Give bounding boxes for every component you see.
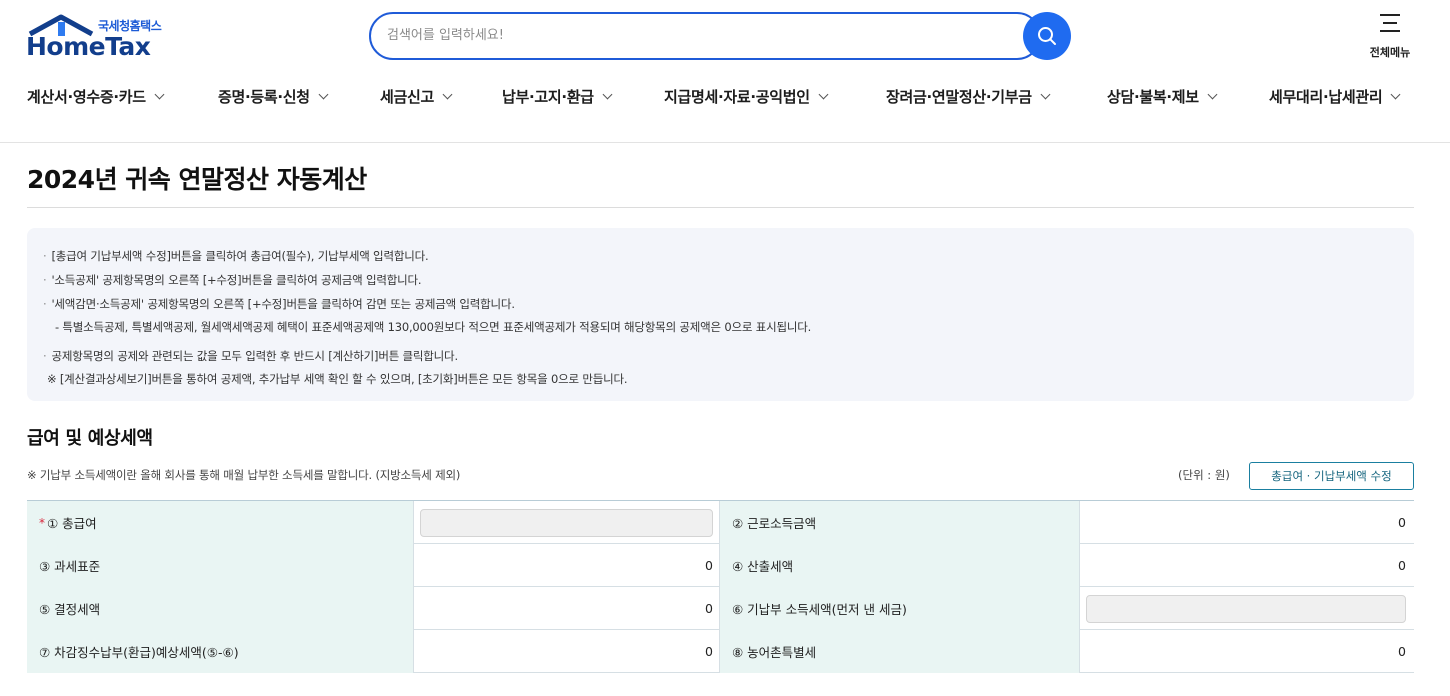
notice-text: 공제항목명의 공제와 관련되는 값을 모두 입력한 후 반드시 [계산하기]버튼… <box>51 349 458 363</box>
search-bar <box>369 12 1071 60</box>
all-menu-label: 전체메뉴 <box>1369 46 1411 59</box>
chevron-down-icon <box>154 89 165 100</box>
nav-item-statement[interactable]: 지급명세·자료·공익법인 <box>664 86 829 107</box>
search-input[interactable] <box>387 24 1007 46</box>
nav-label: 장려금·연말정산·기부금 <box>886 88 1032 106</box>
notice-line: · [총급여 기납부세액 수정]버튼을 클릭하여 총급여(필수), 기납부세액 입… <box>43 249 429 263</box>
search-icon <box>1038 27 1056 45</box>
computed-tax-label: ④ 산출세액 <box>732 559 794 574</box>
chevron-down-icon <box>442 89 453 100</box>
nav-divider <box>0 142 1450 143</box>
chevron-down-icon <box>1040 89 1051 100</box>
nav-label: 상담·불복·제보 <box>1107 88 1199 106</box>
row-label: ④ 산출세액 <box>720 544 1080 587</box>
row-label: ⑧ 농어촌특별세 <box>720 630 1080 673</box>
notice-line: - 특별소득공제, 특별세액공제, 월세액세액공제 혜택이 표준세액공제액 13… <box>55 319 811 335</box>
nav-label: 세금신고 <box>380 88 435 106</box>
all-menu-button[interactable]: 전체메뉴 <box>1360 12 1420 62</box>
row-label: ⑤ 결정세액 <box>27 587 414 630</box>
notice-line: · 공제항목명의 공제와 관련되는 값을 모두 입력한 후 반드시 [계산하기]버… <box>43 349 458 363</box>
row-label: ③ 과세표준 <box>27 544 414 587</box>
prepaid-tax-input[interactable] <box>1086 594 1406 623</box>
total-salary-input[interactable] <box>420 508 713 537</box>
row-label: ② 근로소득금액 <box>720 501 1080 544</box>
tax-base-value: 0 <box>414 544 720 587</box>
earned-income-value: 0 <box>1398 515 1406 530</box>
section-title: 급여 및 예상세액 <box>27 428 153 449</box>
notice-text: '소득공제' 공제항목명의 오른쪽 [+수정]버튼을 클릭하여 공제금액 입력합… <box>51 273 422 287</box>
nav-item-consult[interactable]: 상담·불복·제보 <box>1107 86 1218 107</box>
logo-title: HomeTax <box>26 32 151 61</box>
table-row: ③ 과세표준 0 ④ 산출세액 0 <box>27 544 1414 587</box>
notice-line: ※ [계산결과상세보기]버튼을 통하여 공제액, 추가납부 세액 확인 할 수 … <box>47 371 628 387</box>
table-row: ⑤ 결정세액 0 ⑥ 기납부 소득세액(먼저 낸 세금) <box>27 587 1414 630</box>
determined-tax-value: 0 <box>414 587 720 630</box>
notice-text: - 특별소득공제, 특별세액공제, 월세액세액공제 혜택이 표준세액공제액 13… <box>55 320 812 334</box>
notice-box: · [총급여 기납부세액 수정]버튼을 클릭하여 총급여(필수), 기납부세액 입… <box>27 228 1414 401</box>
required-mark: * <box>39 515 45 530</box>
unit-label: (단위 : 원) <box>1178 468 1230 482</box>
chevron-down-icon <box>818 89 829 100</box>
title-divider <box>27 207 1414 208</box>
nav-item-tax-filing[interactable]: 세금신고 <box>380 86 453 107</box>
hometax-logo[interactable]: 국세청홈택스 HomeTax <box>26 12 176 62</box>
nav-item-year-end[interactable]: 장려금·연말정산·기부금 <box>886 86 1051 107</box>
table-row: ⑦ 차감징수납부(환급)예상세액(⑤-⑥) 0 ⑧ 농어촌특별세 0 <box>27 630 1414 673</box>
hamburger-icon <box>1380 14 1400 32</box>
section-note: ※ 기납부 소득세액이란 올해 회사를 통해 매월 납부한 소득세를 말합니다.… <box>27 468 461 482</box>
nav-item-invoice[interactable]: 계산서·영수증·카드 <box>27 86 165 107</box>
row-label: * ① 총급여 <box>27 501 414 544</box>
nav-label: 지급명세·자료·공익법인 <box>664 88 810 106</box>
search-button[interactable] <box>1023 12 1071 60</box>
earned-income-label: ② 근로소득금액 <box>732 516 817 531</box>
notice-text: [총급여 기납부세액 수정]버튼을 클릭하여 총급여(필수), 기납부세액 입력… <box>51 249 429 263</box>
chevron-down-icon <box>1390 89 1401 100</box>
notice-text: '세액감면·소득공제' 공제항목명의 오른쪽 [+수정]버튼을 클릭하여 감면 … <box>51 297 515 311</box>
nav-label: 증명·등록·신청 <box>218 88 310 106</box>
nav-item-certificate[interactable]: 증명·등록·신청 <box>218 86 329 107</box>
nav-label: 계산서·영수증·카드 <box>27 88 146 106</box>
rural-tax-label: ⑧ 농어촌특별세 <box>732 645 817 660</box>
chevron-down-icon <box>318 89 329 100</box>
notice-line: · '소득공제' 공제항목명의 오른쪽 [+수정]버튼을 클릭하여 공제금액 입력… <box>43 273 422 287</box>
tax-table: * ① 총급여 ② 근로소득금액 0 ③ 과세표준 0 ④ 산출세액 0 ⑤ 결정… <box>27 500 1414 673</box>
computed-tax-value: 0 <box>1398 558 1406 573</box>
total-salary-label: ① 총급여 <box>47 516 97 531</box>
chevron-down-icon <box>1207 89 1218 100</box>
prepaid-tax-label: ⑥ 기납부 소득세액(먼저 낸 세금) <box>732 602 907 617</box>
edit-salary-button[interactable]: 총급여 · 기납부세액 수정 <box>1249 462 1414 490</box>
notice-text: ※ [계산결과상세보기]버튼을 통하여 공제액, 추가납부 세액 확인 할 수 … <box>47 372 628 386</box>
nav-item-tax-agent[interactable]: 세무대리·납세관리 <box>1269 86 1401 107</box>
nav-item-payment[interactable]: 납부·고지·환급 <box>502 86 613 107</box>
page-title: 2024년 귀속 연말정산 자동계산 <box>27 165 367 194</box>
nav-label: 세무대리·납세관리 <box>1269 88 1383 106</box>
nav-label: 납부·고지·환급 <box>502 88 594 106</box>
table-row: * ① 총급여 ② 근로소득금액 0 <box>27 501 1414 544</box>
rural-tax-value: 0 <box>1398 644 1406 659</box>
tax-base-label: ③ 과세표준 <box>39 559 101 574</box>
main-nav: 계산서·영수증·카드 증명·등록·신청 세금신고 납부·고지·환급 지급명세·자… <box>0 86 1450 122</box>
prepaid-tax-cell <box>1080 587 1414 630</box>
expected-refund-value: 0 <box>414 630 720 673</box>
expected-refund-label: ⑦ 차감징수납부(환급)예상세액(⑤-⑥) <box>39 645 239 660</box>
notice-line: · '세액감면·소득공제' 공제항목명의 오른쪽 [+수정]버튼을 클릭하여 감면… <box>43 297 515 311</box>
chevron-down-icon <box>602 89 613 100</box>
row-label: ⑦ 차감징수납부(환급)예상세액(⑤-⑥) <box>27 630 414 673</box>
total-salary-cell <box>414 501 720 544</box>
determined-tax-label: ⑤ 결정세액 <box>39 602 101 617</box>
row-label: ⑥ 기납부 소득세액(먼저 낸 세금) <box>720 587 1080 630</box>
